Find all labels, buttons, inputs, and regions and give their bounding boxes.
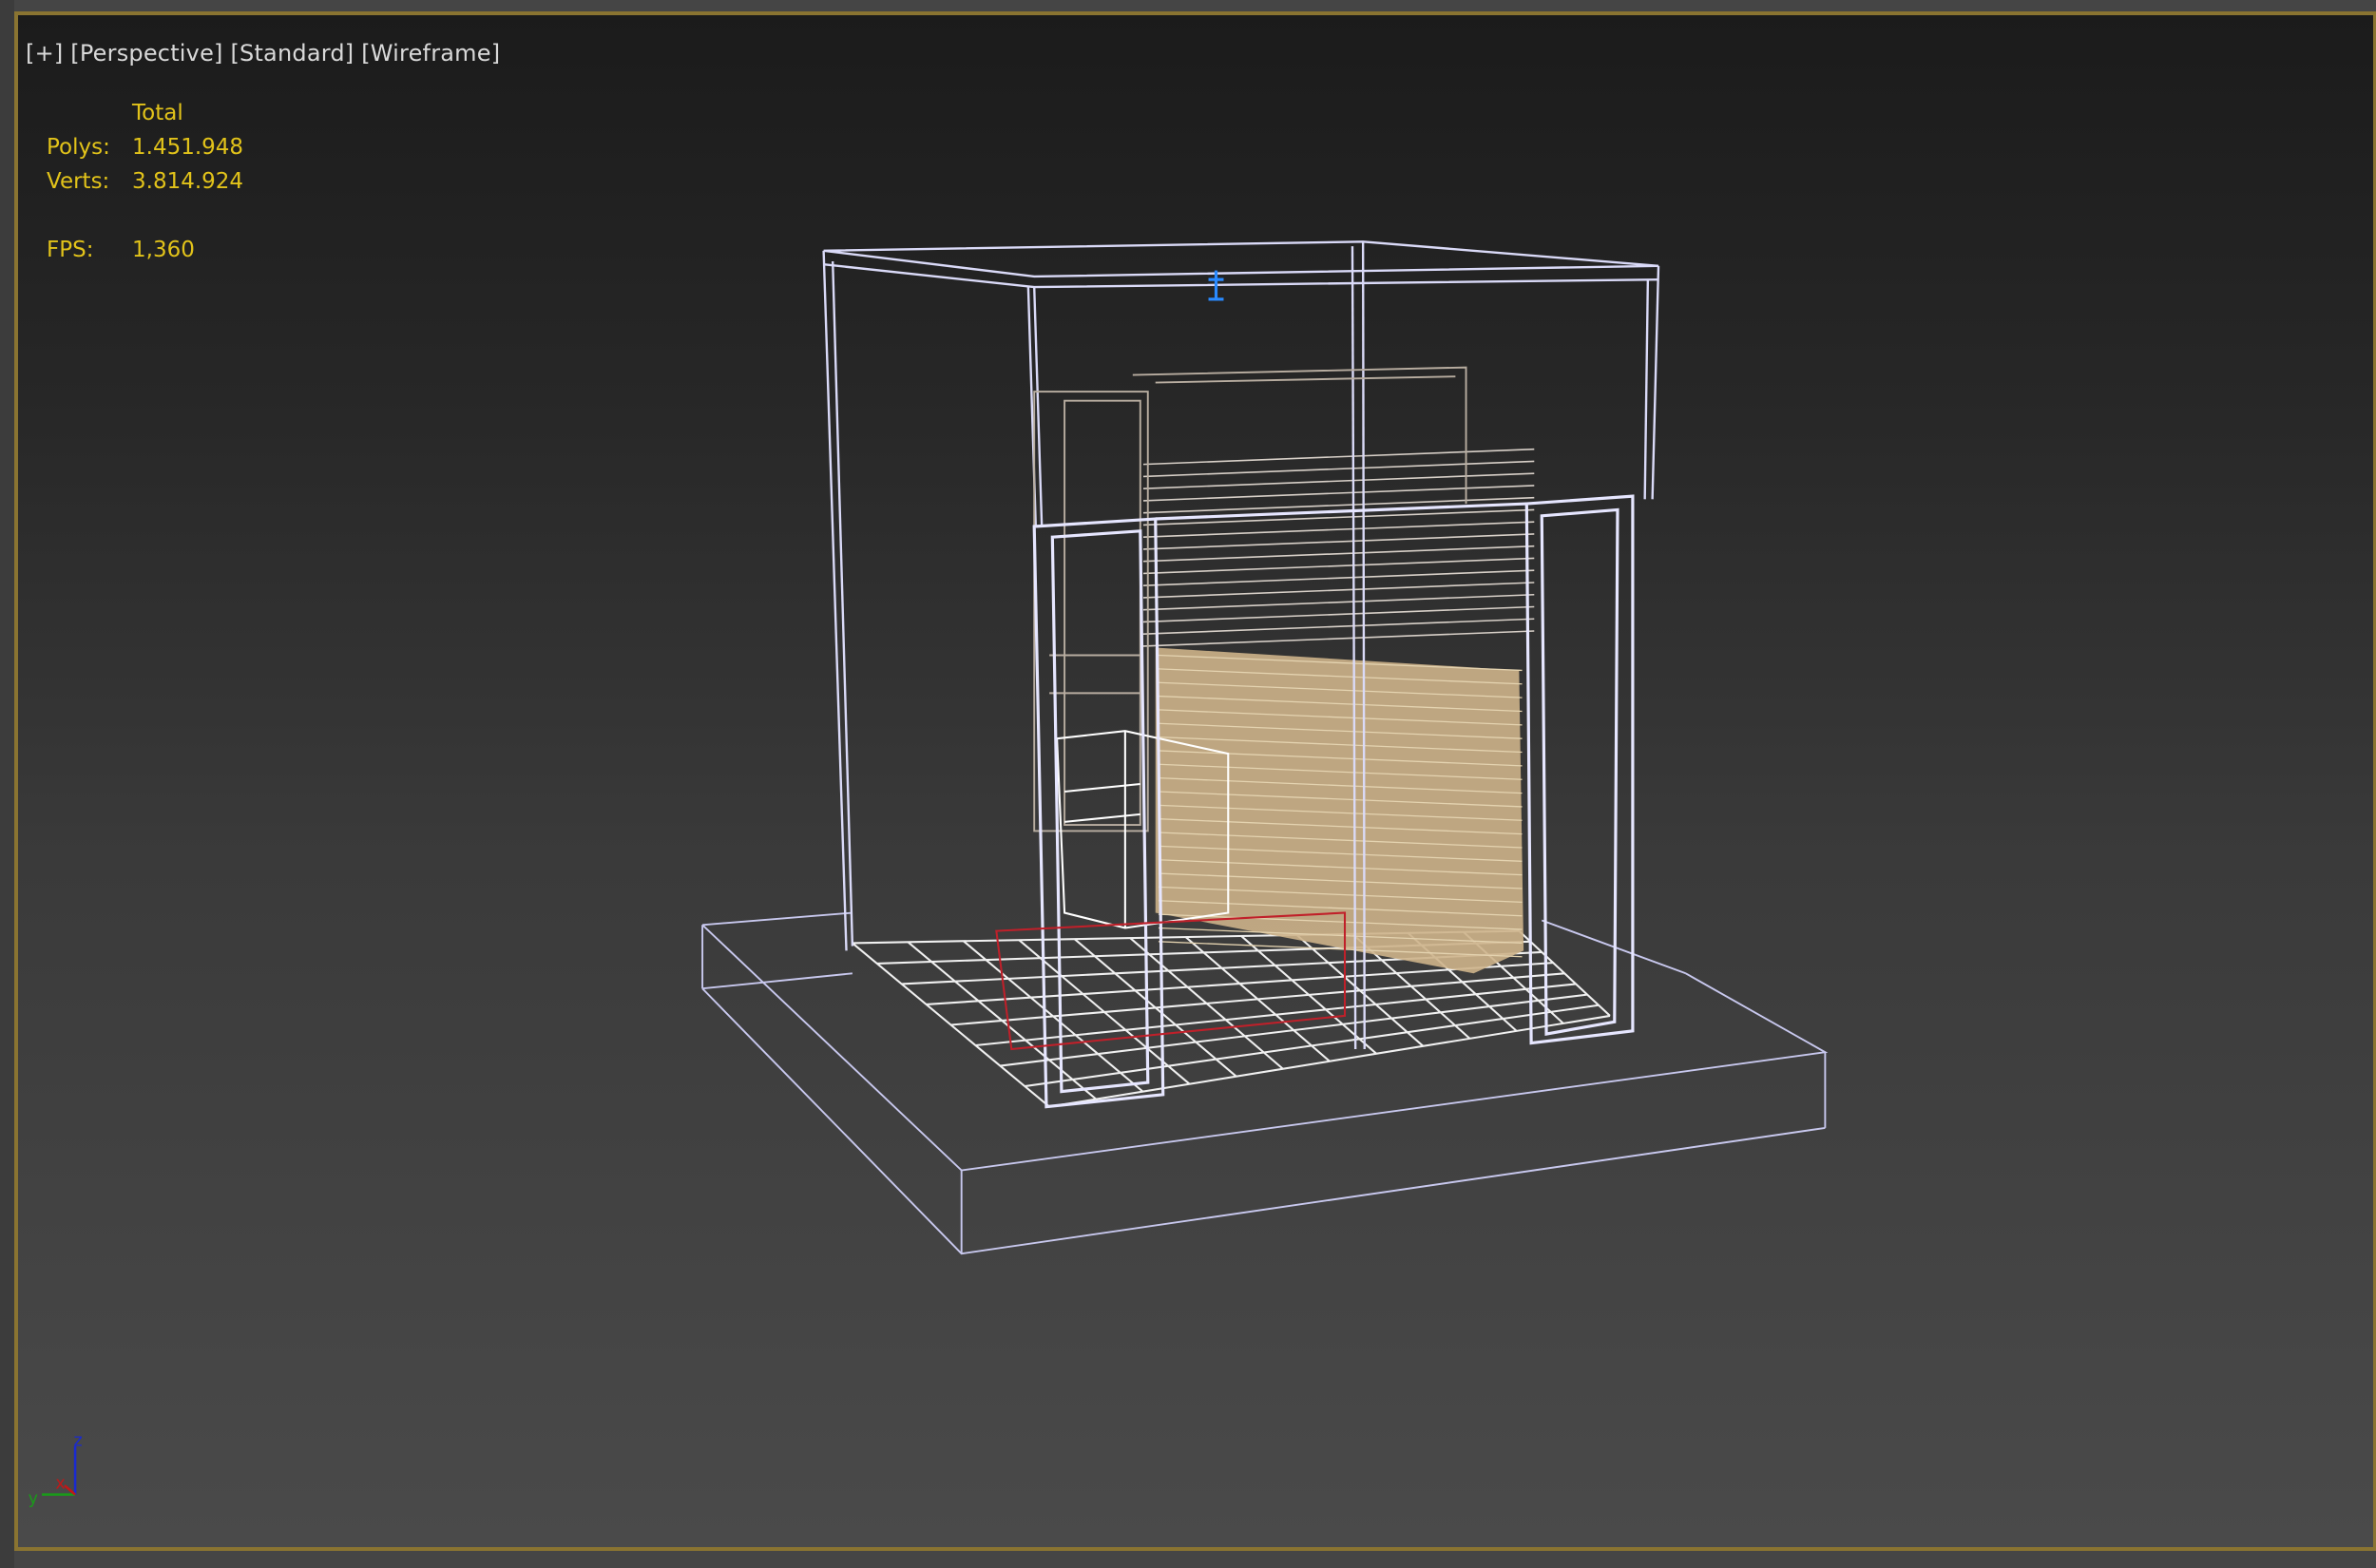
perspective-viewport[interactable]: [+] [Perspective] [Standard] [Wireframe]… <box>14 11 2376 1551</box>
blind-slat <box>1142 569 1535 586</box>
wireframe-scene[interactable]: z x y <box>14 11 2376 1551</box>
left-panel-edge <box>0 0 14 1568</box>
blind-slat <box>1142 472 1535 489</box>
grid-line <box>1000 993 1588 1067</box>
blind-slat <box>1142 545 1535 563</box>
blind-slat <box>1142 460 1535 478</box>
axis-tripod: z x y <box>29 1432 83 1509</box>
blind-slats <box>1142 448 1535 647</box>
blind-slat <box>1142 557 1535 575</box>
curtain-panel <box>1155 647 1524 974</box>
blind-slat <box>1142 533 1535 550</box>
blind-slat <box>1142 582 1535 599</box>
axis-x-label: x <box>55 1474 65 1493</box>
blind-slat <box>1142 618 1535 635</box>
blind-slat <box>1142 605 1535 623</box>
axis-z-label: z <box>73 1432 82 1451</box>
axis-y-label: y <box>29 1489 38 1508</box>
blind-slat <box>1142 448 1535 466</box>
grid-line <box>1518 929 1611 1017</box>
blind-slat <box>1142 630 1535 647</box>
blind-slat <box>1142 593 1535 611</box>
blind-slat <box>1142 485 1535 502</box>
blind-slat <box>1142 521 1535 538</box>
base-slab <box>701 911 1829 1255</box>
